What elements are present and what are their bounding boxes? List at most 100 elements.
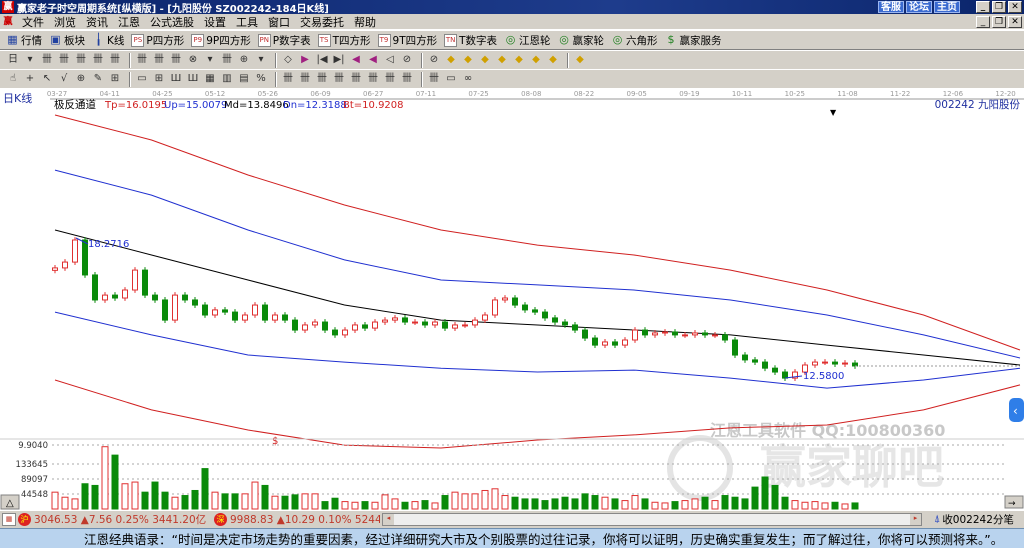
homepage-link[interactable]: 主页 (934, 1, 960, 13)
toolbar2-tool-icon-22[interactable]: ⊘ (400, 53, 414, 67)
toolbar2-tool-icon-10[interactable]: ⊗ (186, 53, 200, 67)
menu-item-4[interactable]: 公式选股 (145, 14, 199, 30)
toolbar-button-9[interactable]: ◎ 江恩轮 (504, 33, 551, 48)
toolbar2-tool-icon-4[interactable]: 卌 (74, 53, 88, 67)
toolbar2-tool-icon-17[interactable]: |◀ (315, 53, 329, 67)
toolbar2-tool-icon-27[interactable]: ◆ (495, 53, 509, 67)
toolbar3-tool-icon-15[interactable]: 卌 (281, 72, 295, 86)
toolbar-button-6[interactable]: TS T四方形 (317, 33, 371, 48)
horizontal-scrollbar[interactable]: ◂ ▸ (382, 513, 922, 526)
toolbar-button-10[interactable]: ◎ 赢家轮 (558, 33, 604, 48)
toolbar2-tool-icon-1[interactable]: ▾ (23, 53, 37, 67)
toolbar3-tool-icon-16[interactable]: 卌 (298, 72, 312, 86)
toolbar3-tool-icon-9[interactable]: Ш (169, 72, 183, 86)
toolbar3-tool-icon-12[interactable]: ▥ (220, 72, 234, 86)
minimize-button[interactable]: _ (976, 1, 990, 13)
menu-item-6[interactable]: 工具 (231, 14, 263, 30)
toolbar3-tool-icon-14[interactable]: % (254, 72, 268, 86)
toolbar2-tool-icon-16[interactable]: ▶ (298, 53, 312, 67)
toolbar-button-0[interactable]: ▦ 行情 (6, 33, 42, 48)
menu-item-7[interactable]: 窗口 (263, 14, 295, 30)
menu-item-8[interactable]: 交易委托 (295, 14, 349, 30)
toolbar2-tool-icon-12[interactable]: 卌 (220, 53, 234, 67)
toolbar2-tool-icon-6[interactable]: 卌 (108, 53, 122, 67)
toolbar2-tool-icon-30[interactable]: ◆ (546, 53, 560, 67)
child-minimize-button[interactable]: _ (976, 16, 990, 28)
toolbar3-tool-icon-17[interactable]: 卌 (315, 72, 329, 86)
toolbar-button-5[interactable]: PN P数字表 (257, 33, 311, 48)
menu-item-0[interactable]: 文件 (17, 14, 49, 30)
scroll-right-arrow[interactable]: ▸ (910, 514, 921, 525)
toolbar3-tool-icon-2[interactable]: ↖ (40, 72, 54, 86)
child-restore-button[interactable]: ❐ (992, 16, 1006, 28)
forum-link[interactable]: 论坛 (906, 1, 932, 13)
toolbar2-tool-icon-13[interactable]: ⊕ (237, 53, 251, 67)
restore-button[interactable]: ❐ (992, 1, 1006, 13)
toolbar3-tool-icon-13[interactable]: ▤ (237, 72, 251, 86)
toolbar-button-8[interactable]: TN T数字表 (444, 33, 497, 48)
pn-table-icon: PN (257, 33, 271, 47)
menu-item-9[interactable]: 帮助 (349, 14, 381, 30)
toolbar2-tool-icon-26[interactable]: ◆ (478, 53, 492, 67)
toolbar2-tool-icon-23[interactable]: ⊘ (427, 53, 441, 67)
calculator-icon[interactable]: ▦ (2, 513, 16, 526)
toolbar2-tool-icon-15[interactable]: ◇ (281, 53, 295, 67)
toolbar2-tool-icon-8[interactable]: 卌 (152, 53, 166, 67)
toolbar3-tool-icon-8[interactable]: ⊞ (152, 72, 166, 86)
menu-item-3[interactable]: 江恩 (113, 14, 145, 30)
toolbar2-tool-icon-24[interactable]: ◆ (444, 53, 458, 67)
toolbar3-tool-icon-23[interactable]: 卌 (427, 72, 441, 86)
menu-item-2[interactable]: 资讯 (81, 14, 113, 30)
close-button[interactable]: ✕ (1008, 1, 1022, 13)
toolbar2-tool-icon-3[interactable]: 卌 (57, 53, 71, 67)
toolbar2-tool-icon-7[interactable]: 卌 (135, 53, 149, 67)
candle (312, 319, 318, 328)
toolbar2-tool-icon-25[interactable]: ◆ (461, 53, 475, 67)
toolbar2-tool-icon-29[interactable]: ◆ (529, 53, 543, 67)
toolbar3-tool-icon-20[interactable]: 卌 (366, 72, 380, 86)
toolbar-button-1[interactable]: ▣ 板块 (49, 33, 85, 48)
toolbar-button-2[interactable]: ╽ K线 (92, 33, 124, 48)
toolbar3-tool-icon-18[interactable]: 卌 (332, 72, 346, 86)
toolbar2-tool-icon-31[interactable]: ◆ (573, 53, 587, 67)
toolbar3-tool-icon-25[interactable]: ∞ (461, 72, 475, 86)
toolbar2-tool-icon-5[interactable]: 卌 (91, 53, 105, 67)
chart-canvas[interactable]: 03-27 04-11 04-25 05-12 05-26 06-09 06-27 07-11… (0, 88, 1024, 511)
toolbar3-tool-icon-7[interactable]: ▭ (135, 72, 149, 86)
toolbar2-tool-icon-18[interactable]: ▶| (332, 53, 346, 67)
toolbar3-tool-icon-5[interactable]: ✎ (91, 72, 105, 86)
toolbar3-tool-icon-22[interactable]: 卌 (400, 72, 414, 86)
toolbar3-tool-icon-24[interactable]: ▭ (444, 72, 458, 86)
toolbar2-tool-icon-9[interactable]: 卌 (169, 53, 183, 67)
toolbar2-tool-icon-11[interactable]: ▾ (203, 53, 217, 67)
toolbar2-tool-icon-28[interactable]: ◆ (512, 53, 526, 67)
toolbar3-tool-icon-0[interactable]: ☝ (6, 72, 20, 86)
toolbar-button-7[interactable]: T9 9T四方形 (377, 33, 437, 48)
toolbar3-tool-icon-6[interactable]: ⊞ (108, 72, 122, 86)
toolbar-button-12[interactable]: $ 赢家服务 (665, 33, 722, 48)
scroll-left-arrow[interactable]: ◂ (383, 514, 394, 525)
toolbar2-tool-icon-19[interactable]: ◀ (349, 53, 363, 67)
toolbar-button-11[interactable]: ◎ 六角形 (611, 33, 658, 48)
service-link[interactable]: 客服 (878, 1, 904, 13)
menu-item-1[interactable]: 浏览 (49, 14, 81, 30)
toolbar3-tool-icon-3[interactable]: √ (57, 72, 71, 86)
toolbar2-tool-icon-20[interactable]: ◀ (366, 53, 380, 67)
toolbar3-tool-icon-11[interactable]: ▦ (203, 72, 217, 86)
toolbar3-tool-icon-1[interactable]: + (23, 72, 37, 86)
toolbar3-tool-icon-10[interactable]: Ш (186, 72, 200, 86)
kline-chart[interactable]: 03-27 04-11 04-25 05-12 05-26 06-09 06-27 07-11… (0, 88, 1024, 511)
toolbar2-tool-icon-0[interactable]: 日 (6, 53, 20, 67)
toolbar-button-4[interactable]: P9 9P四方形 (191, 33, 251, 48)
toolbar3-tool-icon-4[interactable]: ⊕ (74, 72, 88, 86)
toolbar2-tool-icon-2[interactable]: 卌 (40, 53, 54, 67)
menu-item-5[interactable]: 设置 (199, 14, 231, 30)
toolbar3-tool-icon-21[interactable]: 卌 (383, 72, 397, 86)
tick-detail-label[interactable]: 收002242分笔 (942, 512, 1014, 527)
child-close-button[interactable]: ✕ (1008, 16, 1022, 28)
volume-bar (191, 489, 199, 510)
toolbar3-tool-icon-19[interactable]: 卌 (349, 72, 363, 86)
toolbar-button-3[interactable]: PS P四方形 (131, 33, 184, 48)
toolbar2-tool-icon-14[interactable]: ▾ (254, 53, 268, 67)
toolbar2-tool-icon-21[interactable]: ◁ (383, 53, 397, 67)
